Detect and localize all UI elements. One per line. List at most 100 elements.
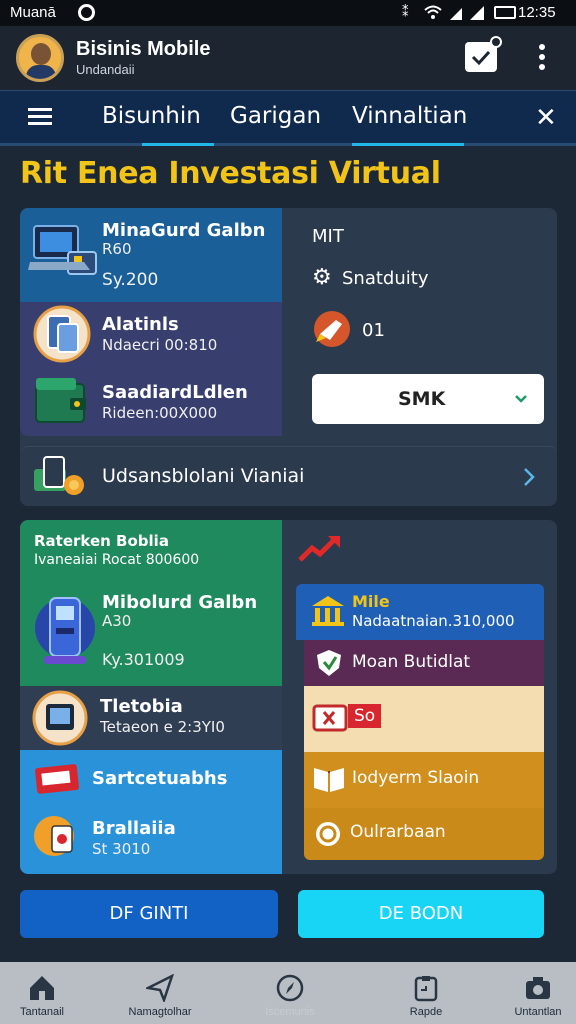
row-title: Sartcetuabhs [92, 768, 228, 789]
tab-label: Vinnaltian [352, 103, 468, 129]
compass-icon [276, 974, 304, 1002]
status-bar: Muanā ⁑ 12:35 [0, 0, 576, 26]
nfc-icon: ⁑ [402, 4, 409, 19]
right-item-iodyerm[interactable]: Iodyerm Slaoin [304, 752, 544, 808]
coin-icon [316, 822, 340, 846]
clipboard-icon [414, 976, 438, 1002]
row-title: MinaGurd Galbn [102, 220, 266, 241]
row-title: Brallaiia [92, 818, 176, 839]
right-item-title: So [348, 704, 382, 728]
close-icon[interactable]: ✕ [535, 103, 557, 133]
tablet-icon [32, 690, 88, 746]
camera-icon [526, 977, 550, 999]
button-label: DF GINTI [109, 903, 189, 924]
right-item-title: Oulrarbaan [350, 822, 446, 842]
atm-icon [35, 597, 95, 664]
right-item-mile[interactable]: Mile Nadaatnaian.310,000 [296, 584, 544, 640]
right-item-moan[interactable]: Moan Butidlat [304, 640, 544, 686]
hamburger-menu-icon[interactable] [28, 108, 52, 126]
video-icon [312, 704, 348, 732]
bottom-nav: Tantanail Namagtolhar Iscemunis Rapde Un… [0, 962, 576, 1024]
lower-head-title: Raterken Boblia [34, 532, 169, 550]
tasks-button[interactable] [465, 36, 502, 72]
currency-select[interactable]: SMK [312, 374, 544, 424]
notification-icon [78, 4, 95, 21]
nav-label: Iscemunis [265, 1006, 315, 1018]
nav-item-home[interactable]: Tantanail [0, 962, 92, 1024]
nav-item-explore[interactable]: Iscemunis [240, 962, 340, 1024]
signal-icon [450, 6, 484, 20]
tab-vinnaltian[interactable]: Vinnaltian [352, 103, 468, 146]
tab-bisunhin[interactable]: Bisunhin [102, 103, 214, 146]
send-icon [146, 974, 174, 1002]
lower-panel-head: Raterken Boblia Ivaneaiai Rocat 800600 [20, 520, 282, 580]
right-item-title: Mile [352, 592, 390, 611]
clock: 12:35 [518, 4, 556, 21]
nav-label: Rapde [409, 1006, 443, 1018]
row-line1: Ndaecri 00:810 [102, 336, 218, 354]
list-item[interactable]: Sartcetuabhs Brallaiia St 3010 [20, 750, 282, 874]
list-item[interactable]: Mibolurd Galbn A30 Ky.301009 [20, 580, 282, 686]
side-item-2: 01 [362, 320, 385, 341]
wallet-icon [35, 378, 86, 423]
right-item-sub: Nadaatnaian.310,000 [352, 612, 515, 630]
chevron-down-icon [515, 395, 527, 403]
rocket-icon [314, 311, 350, 347]
side-title: MIT [312, 226, 344, 247]
tab-bar: Bisunhin Garigan Vinnaltian ✕ [0, 90, 576, 146]
shield-icon [317, 650, 341, 676]
battery-icon [494, 6, 516, 19]
money-phone-icon [34, 456, 84, 495]
row-title: Tletobia [100, 696, 183, 717]
bank-icon [312, 596, 344, 626]
primary-right-button[interactable]: DE BODN [298, 890, 544, 938]
right-item-title: Moan Butidlat [352, 652, 471, 672]
row-line1: Rideen:00X000 [102, 404, 218, 422]
list-item[interactable]: MinaGurd Galbn R60 Sy.200 [20, 208, 282, 302]
row-title: Mibolurd Galbn [102, 592, 258, 613]
nav-item-camera[interactable]: Untantlan [488, 962, 576, 1024]
right-item-so[interactable]: So [304, 686, 544, 752]
nav-item-reports[interactable]: Rapde [376, 962, 476, 1024]
home-icon [30, 976, 54, 1000]
laptop-icon [28, 225, 97, 275]
select-value: SMK [398, 388, 446, 410]
list-item[interactable]: SaadiardLdlen Rideen:00X000 [20, 368, 282, 436]
coupon-icon [34, 816, 74, 856]
banner-label: Udsansblolani Vianiai [102, 465, 305, 487]
tab-garigan[interactable]: Garigan [230, 103, 321, 129]
row-line1: A30 [102, 612, 132, 630]
nav-label: Untantlan [514, 1006, 562, 1018]
promo-banner[interactable]: Udsansblolani Vianiai [20, 446, 557, 506]
primary-left-button[interactable]: DF GINTI [20, 890, 278, 938]
book-icon [314, 768, 344, 792]
row-line1: Tetaeon e 2:3YI0 [100, 718, 225, 736]
carrier-name: Muanā [10, 4, 56, 21]
row-line1: R60 [102, 240, 132, 258]
trend-up-icon [298, 536, 340, 562]
wifi-icon [424, 5, 442, 19]
row-title: SaadiardLdlen [102, 382, 248, 403]
row-line2: Ky.301009 [102, 650, 185, 669]
chevron-right-icon [524, 468, 535, 486]
app-header: Bisinis Mobile Undandaii [0, 26, 576, 90]
tab-label: Garigan [230, 103, 322, 129]
right-item-oulrarbaan[interactable]: Oulrarbaan [304, 808, 544, 860]
nav-item-send[interactable]: Namagtolhar [110, 962, 210, 1024]
list-item[interactable]: Alatinls Ndaecri 00:810 [20, 302, 282, 368]
nav-label: Namagtolhar [128, 1006, 192, 1018]
row-title: Alatinls [102, 314, 179, 335]
badge-dot [490, 36, 502, 48]
tab-label: Bisunhin [102, 103, 201, 129]
hero-title: Rit Enea Investasi Virtual [20, 156, 441, 191]
more-menu-icon[interactable] [538, 42, 546, 72]
gear-icon[interactable]: ⚙ [312, 266, 332, 288]
row-line1: St 3010 [92, 840, 151, 858]
row-line2: Sy.200 [102, 270, 159, 290]
nav-label: Tantanail [19, 1006, 65, 1018]
phone-card-icon [33, 305, 91, 363]
button-label: DE BODN [378, 903, 464, 924]
ticket-icon [35, 764, 79, 794]
avatar[interactable] [16, 34, 64, 82]
list-item[interactable]: Tletobia Tetaeon e 2:3YI0 [20, 686, 282, 750]
